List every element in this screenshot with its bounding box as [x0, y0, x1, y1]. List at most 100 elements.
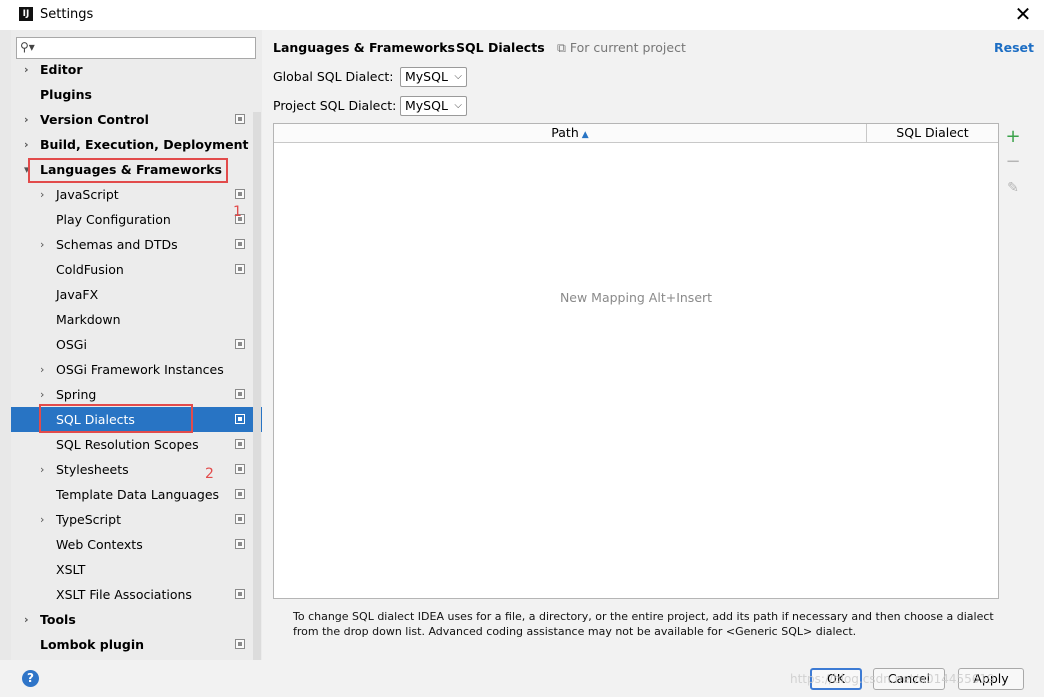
sidebar-item-label: Plugins [40, 87, 92, 102]
project-scope-icon [235, 639, 245, 649]
scope-text: For current project [569, 40, 686, 55]
chevron-right-icon[interactable]: › [24, 132, 29, 157]
sidebar-item-label: Lombok plugin [40, 637, 145, 652]
sidebar-item-sql-resolution-scopes[interactable]: SQL Resolution Scopes [11, 432, 262, 457]
project-scope-icon [235, 589, 245, 599]
project-scope-icon [235, 414, 245, 424]
sidebar-item-osgi-framework-instances[interactable]: › OSGi Framework Instances [11, 357, 262, 382]
sidebar-item-xslt-file-associations[interactable]: XSLT File Associations [11, 582, 262, 607]
project-scope-icon [235, 339, 245, 349]
sidebar-item-label: Web Contexts [56, 537, 143, 552]
intellij-icon: IJ [19, 7, 33, 21]
sidebar-item-schemas-and-dtds[interactable]: › Schemas and DTDs [11, 232, 262, 257]
project-scope-icon [235, 189, 245, 199]
scope-label: ⧉ For current project [557, 40, 686, 55]
window-title: Settings [40, 7, 94, 22]
project-scope-icon [235, 114, 245, 124]
project-scope-icon [235, 514, 245, 524]
help-icon[interactable]: ? [22, 670, 39, 687]
sidebar-item-template-data-languages[interactable]: Template Data Languages [11, 482, 262, 507]
annotation-number-2: 2 [205, 466, 214, 482]
chevron-right-icon[interactable]: › [24, 607, 29, 632]
chevron-right-icon[interactable]: › [40, 507, 44, 532]
sidebar-item-coldfusion[interactable]: ColdFusion [11, 257, 262, 282]
global-dialect-select[interactable]: MySQL ⌵ [400, 67, 467, 87]
project-scope-icon [235, 464, 245, 474]
sidebar-item-javascript[interactable]: › JavaScript [11, 182, 262, 207]
project-dialect-label: Project SQL Dialect: [273, 98, 397, 113]
sidebar-item-label: Build, Execution, Deployment [40, 137, 249, 152]
path-header-label: Path [551, 125, 579, 140]
search-icon: ⚲▾ [20, 40, 35, 54]
chevron-down-icon: ⌵ [454, 100, 462, 111]
sidebar-item-label: OSGi [56, 337, 87, 352]
project-scope-icon [235, 489, 245, 499]
project-scope-icon [235, 239, 245, 249]
reset-link[interactable]: Reset [994, 40, 1034, 55]
chevron-right-icon[interactable]: › [40, 232, 44, 257]
column-header-path[interactable]: Path ▲ [274, 124, 867, 142]
title-bar: IJ Settings ✕ [0, 0, 1044, 30]
sidebar-item-javafx[interactable]: JavaFX [11, 282, 262, 307]
sidebar-item-play-configuration[interactable]: Play Configuration [11, 207, 262, 232]
annotation-number-1: 1 [233, 204, 242, 220]
sidebar-item-lombok-plugin[interactable]: Lombok plugin [11, 632, 262, 657]
help-description: To change SQL dialect IDEA uses for a fi… [293, 610, 994, 638]
sidebar-item-build-execution-deployment[interactable]: › Build, Execution, Deployment [11, 132, 262, 157]
sidebar-item-markdown[interactable]: Markdown [11, 307, 262, 332]
column-header-dialect[interactable]: SQL Dialect [867, 124, 998, 142]
add-icon[interactable]: + [1004, 128, 1022, 146]
sidebar-item-label: JavaScript [56, 187, 119, 202]
sidebar-item-label: Markdown [56, 312, 121, 327]
sidebar-item-typescript[interactable]: › TypeScript [11, 507, 262, 532]
global-dialect-label: Global SQL Dialect: [273, 69, 394, 84]
sidebar-item-version-control[interactable]: › Version Control [11, 107, 262, 132]
sidebar-item-label: SQL Resolution Scopes [56, 437, 199, 452]
table-header: Path ▲ SQL Dialect [274, 124, 998, 143]
empty-table-hint[interactable]: New Mapping Alt+Insert [274, 290, 998, 305]
project-dialect-select[interactable]: MySQL ⌵ [400, 96, 467, 116]
annotation-box-2 [39, 404, 193, 433]
background-gutter [0, 30, 11, 697]
chevron-right-icon[interactable]: › [40, 182, 44, 207]
sidebar-item-label: XSLT [56, 562, 86, 577]
project-scope-icon [235, 539, 245, 549]
project-scope-icon [235, 439, 245, 449]
sidebar-item-label: Editor [40, 62, 83, 77]
sidebar-item-label: JavaFX [56, 287, 99, 302]
sidebar-item-osgi[interactable]: OSGi [11, 332, 262, 357]
sidebar-item-stylesheets[interactable]: › Stylesheets [11, 457, 262, 482]
sidebar-item-label: OSGi Framework Instances [56, 362, 224, 377]
close-icon[interactable]: ✕ [1012, 3, 1034, 25]
project-scope-icon [235, 389, 245, 399]
chevron-right-icon[interactable]: › [40, 457, 44, 482]
project-scope-icon [235, 264, 245, 274]
sidebar-item-tools[interactable]: › Tools [11, 607, 262, 632]
chevron-right-icon[interactable]: › [24, 57, 29, 82]
breadcrumb-parent[interactable]: Languages & Frameworks [273, 40, 455, 55]
chevron-right-icon[interactable]: › [40, 357, 44, 382]
project-dialect-value: MySQL [405, 98, 448, 113]
sidebar-item-label: TypeScript [56, 512, 121, 527]
remove-icon[interactable]: − [1004, 153, 1022, 171]
path-dialect-table[interactable]: Path ▲ SQL Dialect New Mapping Alt+Insert [273, 123, 999, 599]
page-title: SQL Dialects [456, 40, 545, 55]
sidebar-item-label: Version Control [40, 112, 149, 127]
sidebar-item-label: XSLT File Associations [56, 587, 192, 602]
sidebar-item-label: Tools [40, 612, 76, 627]
sidebar-item-label: Play Configuration [56, 212, 171, 227]
sidebar-scrollbar[interactable] [253, 112, 261, 660]
watermark-text: https://blog.csdn.net/u014455619 [790, 672, 995, 686]
sidebar-item-xslt[interactable]: XSLT [11, 557, 262, 582]
chevron-right-icon[interactable]: › [24, 107, 29, 132]
sidebar-item-label: Template Data Languages [56, 487, 220, 502]
sort-ascending-icon: ▲ [581, 130, 589, 140]
breadcrumb-separator: › [440, 40, 445, 54]
search-input[interactable]: ⚲▾ [16, 37, 256, 59]
edit-icon[interactable]: ✎ [1004, 179, 1022, 197]
sidebar-item-web-contexts[interactable]: Web Contexts [11, 532, 262, 557]
sidebar-item-plugins[interactable]: Plugins [11, 82, 262, 107]
sidebar-item-editor[interactable]: › Editor [11, 57, 262, 82]
sidebar-item-label: ColdFusion [56, 262, 124, 277]
sidebar-item-label: Stylesheets [56, 462, 129, 477]
